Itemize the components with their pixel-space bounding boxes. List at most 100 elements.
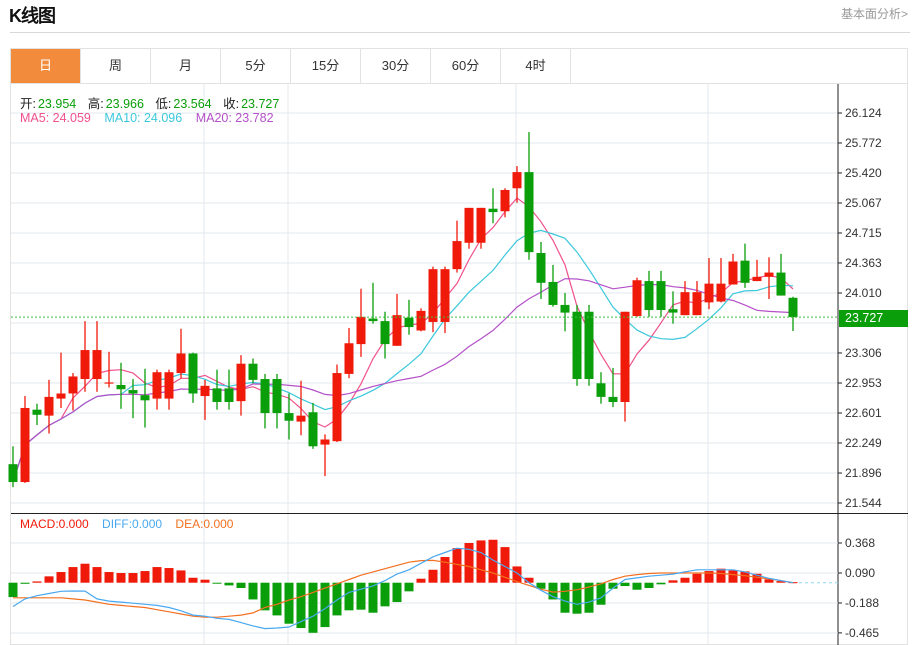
y-tick-label: 25.067 bbox=[845, 196, 882, 210]
macd-bar bbox=[680, 577, 690, 583]
diff-value: DIFF:0.000 bbox=[102, 517, 163, 531]
candle-down bbox=[572, 311, 582, 380]
high-value: 23.966 bbox=[105, 97, 144, 111]
macd-y-tick-label: 0.090 bbox=[845, 566, 875, 580]
ma5-value: MA5: 24.059 bbox=[20, 111, 91, 125]
candle-up bbox=[68, 376, 78, 394]
candle-up bbox=[332, 373, 342, 442]
macd-bar bbox=[644, 582, 654, 588]
candle-up bbox=[728, 261, 738, 285]
y-tick-label: 22.249 bbox=[845, 436, 882, 450]
macd-y-tick-label: -0.188 bbox=[845, 596, 879, 610]
candle-up bbox=[512, 172, 522, 189]
macd-bar bbox=[560, 582, 570, 613]
macd-bar bbox=[248, 582, 258, 600]
candle-up bbox=[476, 207, 486, 243]
ma20-value: MA20: 23.782 bbox=[195, 111, 274, 125]
candle-up bbox=[92, 350, 102, 380]
candle-down bbox=[644, 281, 654, 311]
macd-bar bbox=[572, 582, 582, 614]
candle-up bbox=[152, 372, 162, 399]
candle-down bbox=[404, 317, 414, 328]
candle-up bbox=[464, 207, 474, 243]
macd-bar bbox=[668, 580, 678, 583]
candle-down bbox=[32, 409, 42, 415]
macd-bar bbox=[440, 557, 450, 583]
macd-bar bbox=[284, 582, 294, 624]
macd-bar bbox=[56, 572, 66, 583]
open-label: 开: bbox=[20, 97, 36, 111]
macd-y-tick-label: -0.465 bbox=[845, 626, 879, 640]
candle-down bbox=[788, 297, 798, 318]
low-label: 低: bbox=[155, 97, 172, 111]
high-label: 高: bbox=[87, 97, 104, 111]
open-value: 23.954 bbox=[37, 97, 77, 111]
close-label: 收: bbox=[223, 97, 240, 111]
ma10-value: MA10: 24.096 bbox=[104, 111, 183, 125]
close-value: 23.727 bbox=[241, 97, 280, 111]
y-tick-label: 26.124 bbox=[845, 106, 882, 120]
y-tick-label: 25.772 bbox=[845, 136, 882, 150]
candle-down bbox=[212, 388, 222, 403]
macd-value: MACD:0.000 bbox=[20, 517, 89, 531]
y-tick-label: 22.953 bbox=[845, 376, 882, 390]
dea-line bbox=[13, 559, 794, 618]
candle-down bbox=[116, 384, 126, 390]
y-tick-label: 21.544 bbox=[845, 496, 882, 510]
y-tick-label: 24.010 bbox=[845, 286, 882, 300]
macd-bar bbox=[20, 582, 30, 584]
macd-bar bbox=[392, 582, 402, 603]
candle-up bbox=[440, 269, 450, 322]
macd-bar bbox=[356, 582, 366, 610]
candle-down bbox=[548, 281, 558, 305]
candle-down bbox=[536, 252, 546, 283]
candle-up bbox=[704, 283, 714, 303]
macd-bar bbox=[8, 582, 18, 598]
macd-bar bbox=[236, 582, 246, 588]
candle-up bbox=[176, 353, 186, 374]
candle-down bbox=[488, 208, 498, 213]
candle-up bbox=[764, 272, 774, 277]
macd-bar bbox=[692, 573, 702, 583]
macd-bar bbox=[308, 582, 318, 633]
y-tick-label: 24.363 bbox=[845, 256, 882, 270]
macd-bar bbox=[176, 570, 186, 583]
candle-up bbox=[500, 189, 510, 212]
macd-bar bbox=[188, 577, 198, 583]
macd-bar bbox=[620, 582, 630, 587]
y-tick-label: 21.896 bbox=[845, 466, 882, 480]
candle-up bbox=[692, 292, 702, 316]
macd-bar bbox=[128, 573, 138, 583]
ma10-line bbox=[12, 229, 794, 483]
candle-down bbox=[596, 383, 606, 397]
ma5-line bbox=[12, 197, 794, 483]
ma-readout: MA5: 24.059 MA10: 24.096 MA20: 23.782 bbox=[20, 111, 276, 125]
candle-up bbox=[104, 382, 114, 384]
candle-up bbox=[320, 439, 330, 445]
macd-bar bbox=[32, 581, 42, 583]
macd-readout: MACD:0.000 DIFF:0.000 DEA:0.000 bbox=[20, 517, 235, 531]
macd-bar bbox=[716, 568, 726, 583]
candle-up bbox=[680, 292, 690, 316]
candle-down bbox=[272, 379, 282, 414]
current-price-tag: 23.727 bbox=[839, 310, 908, 327]
macd-bar bbox=[272, 582, 282, 616]
macd-bar bbox=[44, 576, 54, 583]
candle-down bbox=[668, 309, 678, 313]
candle-up bbox=[56, 393, 66, 399]
candle-down bbox=[656, 281, 666, 311]
macd-bar bbox=[152, 567, 162, 583]
low-value: 23.564 bbox=[173, 97, 212, 111]
candle-up bbox=[296, 415, 306, 422]
candle-up bbox=[620, 311, 630, 403]
candle-down bbox=[140, 395, 150, 401]
candle-down bbox=[584, 311, 594, 380]
candle-down bbox=[224, 388, 234, 403]
candle-down bbox=[608, 396, 618, 403]
candle-down bbox=[368, 318, 378, 322]
candle-down bbox=[260, 379, 270, 414]
diff-line bbox=[12, 547, 794, 630]
candle-down bbox=[284, 413, 294, 421]
candle-down bbox=[128, 390, 138, 394]
candle-up bbox=[452, 241, 462, 270]
